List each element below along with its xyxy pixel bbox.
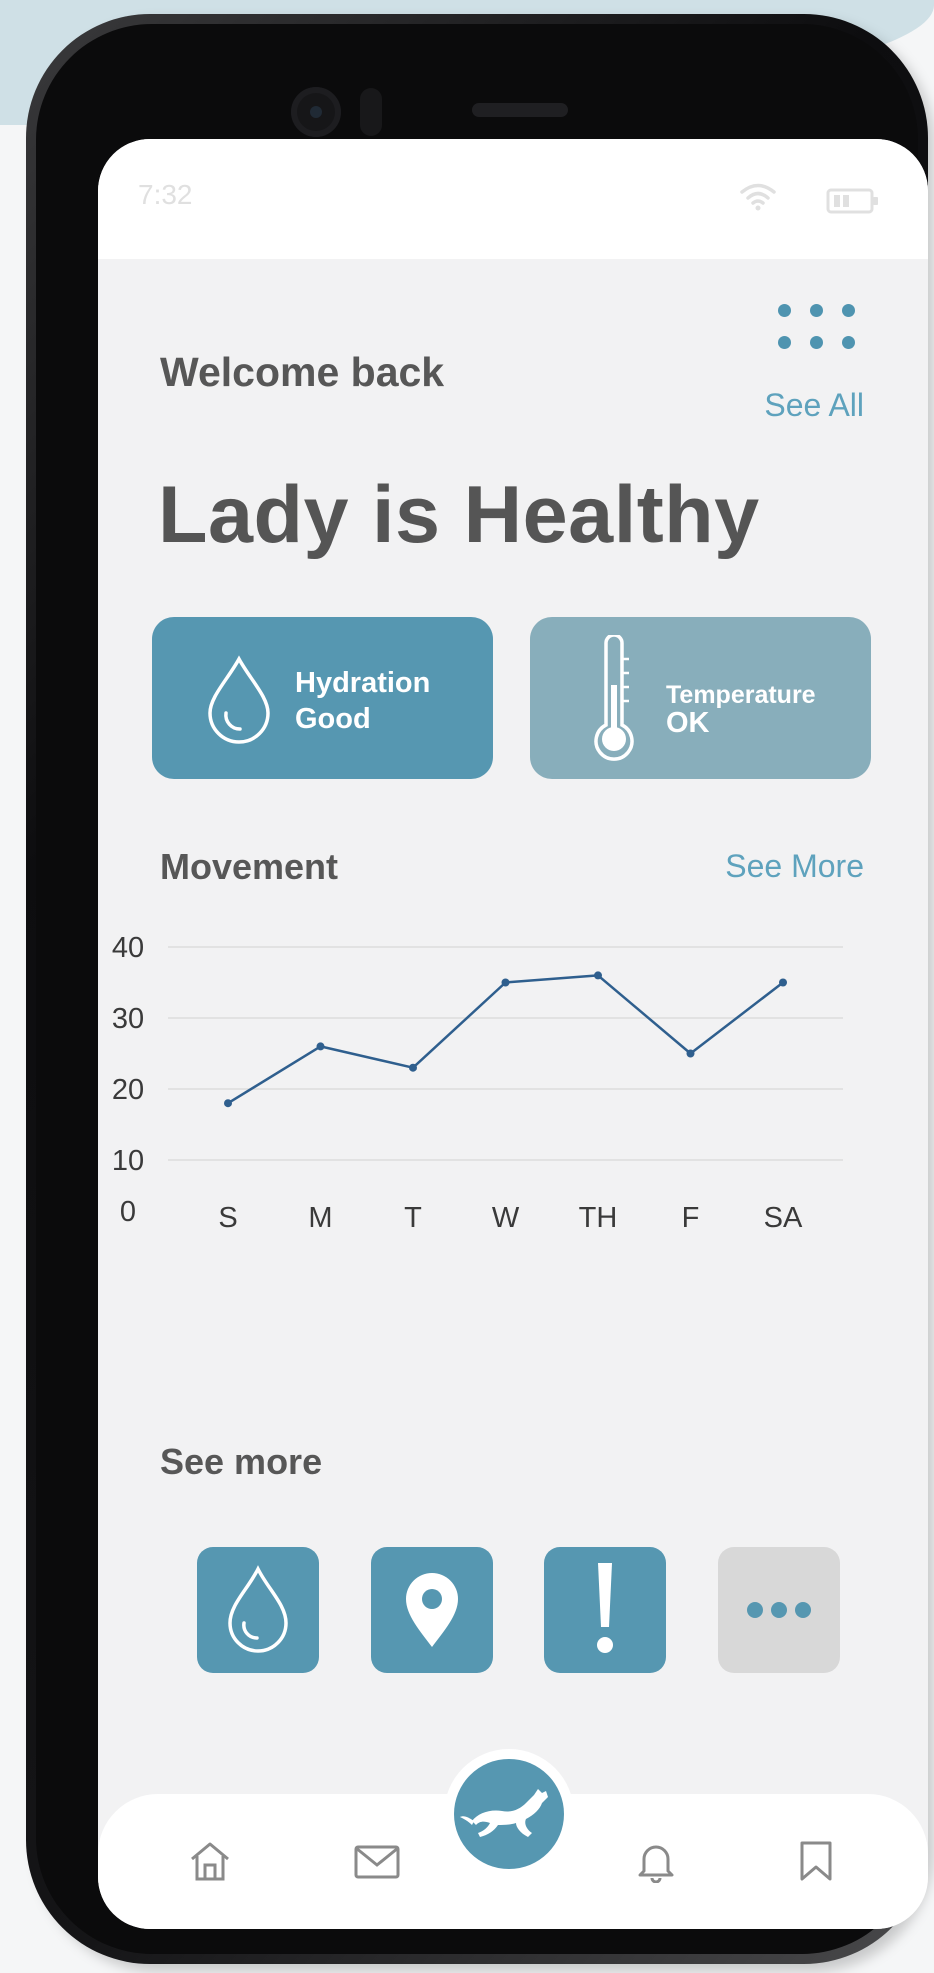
alert-tile[interactable] <box>544 1547 666 1673</box>
phone-frame: 7:32 See All Welcome back Lady is Health… <box>26 14 928 1964</box>
bell-icon[interactable] <box>634 1839 678 1883</box>
x-tick-label: T <box>404 1202 422 1234</box>
x-tick-label: S <box>218 1202 237 1234</box>
home-icon[interactable] <box>188 1839 232 1883</box>
temperature-title: Temperature <box>666 681 816 709</box>
data-point <box>316 1042 325 1051</box>
y-tick-label: 30 <box>112 1003 144 1035</box>
proximity-sensor <box>360 88 382 136</box>
alert-icon <box>597 1563 613 1653</box>
water-drop-icon <box>208 655 270 744</box>
hydration-value: Good <box>295 703 371 735</box>
location-pin-icon <box>406 1573 458 1647</box>
temperature-value: OK <box>666 707 710 739</box>
horse-icon <box>460 1789 548 1837</box>
data-point <box>409 1063 417 1072</box>
x-tick-label: F <box>682 1202 700 1234</box>
y-tick-label: 20 <box>112 1074 144 1106</box>
more-icon <box>747 1602 811 1618</box>
front-camera <box>291 87 341 137</box>
hydration-title: Hydration <box>295 667 431 699</box>
location-tile[interactable] <box>371 1547 493 1673</box>
see-more-link[interactable]: See More <box>725 848 864 885</box>
earpiece-speaker <box>472 103 568 117</box>
y-tick-label: 10 <box>112 1145 144 1177</box>
hydration-card[interactable]: Hydration Good <box>152 617 493 779</box>
battery-icon <box>826 188 878 214</box>
see-more-title: See more <box>160 1441 323 1482</box>
movement-chart: 40 30 20 10 0 S M T W TH F SA <box>112 932 843 1234</box>
x-tick-label: W <box>492 1202 520 1234</box>
data-point <box>779 978 787 987</box>
status-time: 7:32 <box>138 179 193 210</box>
page-title: Lady is Healthy <box>158 470 760 560</box>
movement-title: Movement <box>160 846 339 887</box>
water-drop-icon <box>228 1565 288 1653</box>
data-point <box>224 1099 232 1108</box>
status-bar: 7:32 <box>98 139 928 259</box>
x-tick-label: M <box>308 1202 332 1234</box>
data-point <box>594 971 602 980</box>
data-point <box>501 978 510 987</box>
thermometer-icon <box>594 635 634 761</box>
apps-grid-icon[interactable] <box>778 304 856 358</box>
temperature-card[interactable]: Temperature OK <box>530 617 871 779</box>
x-tick-label: TH <box>579 1202 618 1234</box>
y-tick-label: 0 <box>120 1196 136 1228</box>
x-tick-label: SA <box>764 1202 803 1234</box>
see-all-link[interactable]: See All <box>764 387 864 424</box>
welcome-greeting: Welcome back <box>160 349 445 395</box>
hydration-tile[interactable] <box>197 1547 319 1673</box>
bookmark-icon[interactable] <box>794 1839 838 1883</box>
movement-series-line <box>227 974 784 1105</box>
horse-tracker-button[interactable] <box>444 1749 574 1879</box>
wifi-icon <box>740 183 776 211</box>
data-point <box>686 1049 695 1058</box>
app-screen: 7:32 See All Welcome back Lady is Health… <box>98 139 928 1929</box>
mail-icon[interactable] <box>353 1839 401 1883</box>
y-tick-label: 40 <box>112 932 144 964</box>
more-tile[interactable] <box>718 1547 840 1673</box>
